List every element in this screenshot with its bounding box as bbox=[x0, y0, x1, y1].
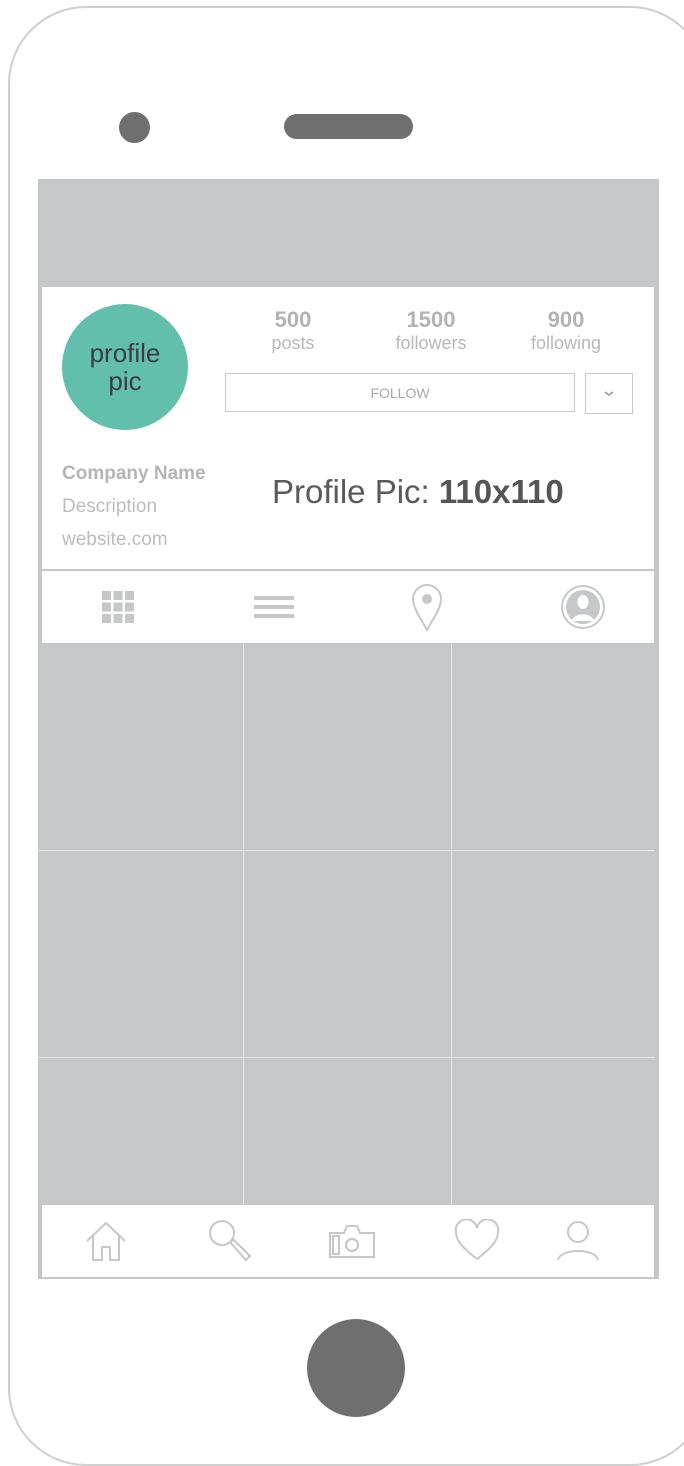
home-icon bbox=[86, 1222, 126, 1261]
location-pin-icon bbox=[411, 584, 443, 632]
profile-pic-spec: Profile Pic: 110x110 bbox=[272, 473, 564, 511]
spec-value: 110x110 bbox=[438, 473, 564, 510]
avatar[interactable]: profile pic bbox=[62, 304, 188, 430]
grid-post[interactable] bbox=[453, 852, 659, 1057]
bottom-nav bbox=[42, 1205, 654, 1277]
tab-location[interactable] bbox=[392, 571, 462, 643]
following-count: 900 bbox=[547, 307, 585, 332]
home-button[interactable] bbox=[307, 1319, 405, 1417]
grid-post[interactable] bbox=[245, 1059, 451, 1205]
tab-grid[interactable] bbox=[83, 571, 153, 643]
grid-post[interactable] bbox=[245, 852, 451, 1057]
user-circle-icon bbox=[561, 585, 605, 629]
grid-post[interactable] bbox=[245, 644, 451, 850]
grid-divider bbox=[451, 644, 452, 1205]
heart-icon bbox=[454, 1219, 500, 1261]
nav-home[interactable] bbox=[76, 1211, 136, 1271]
grid-divider bbox=[243, 644, 244, 1205]
chevron-down-icon bbox=[604, 391, 614, 396]
profile-header: profile pic 500 posts 1500 followers 900… bbox=[42, 287, 654, 569]
follow-button-label: FOLLOW bbox=[370, 384, 430, 401]
tab-list[interactable] bbox=[239, 571, 309, 643]
spec-label: Profile Pic: bbox=[272, 473, 439, 510]
profile-icon bbox=[557, 1221, 599, 1261]
nav-camera[interactable] bbox=[322, 1211, 382, 1271]
nav-activity[interactable] bbox=[447, 1211, 507, 1271]
tab-tagged[interactable] bbox=[548, 571, 618, 643]
avatar-label-line1: profile bbox=[89, 338, 161, 368]
camera-icon bbox=[329, 1225, 375, 1258]
grid-post[interactable] bbox=[453, 1059, 659, 1205]
description: Description bbox=[62, 496, 158, 517]
grid-divider bbox=[38, 1057, 655, 1058]
company-name: Company Name bbox=[62, 463, 206, 484]
grid-post[interactable] bbox=[38, 1059, 243, 1205]
stat-posts[interactable]: 500 posts bbox=[248, 307, 338, 353]
grid-divider bbox=[38, 850, 655, 851]
nav-search[interactable] bbox=[200, 1211, 260, 1271]
speaker-grille bbox=[284, 114, 413, 139]
posts-count: 500 bbox=[274, 307, 312, 332]
follow-button[interactable]: FOLLOW bbox=[225, 373, 575, 412]
posts-label: posts bbox=[271, 333, 315, 353]
front-camera bbox=[119, 112, 150, 143]
search-icon bbox=[209, 1220, 252, 1262]
following-label: following bbox=[530, 333, 602, 353]
profile-tabs bbox=[42, 571, 654, 643]
grid-post[interactable] bbox=[38, 644, 243, 850]
nav-profile[interactable] bbox=[548, 1211, 608, 1271]
app-screen: profile pic 500 posts 1500 followers 900… bbox=[38, 179, 659, 1279]
grid-post[interactable] bbox=[453, 644, 659, 850]
stat-followers[interactable]: 1500 followers bbox=[381, 307, 481, 353]
stat-following[interactable]: 900 following bbox=[516, 307, 616, 353]
avatar-label-line2: pic bbox=[108, 366, 142, 396]
grid-post[interactable] bbox=[38, 852, 243, 1057]
header-bar bbox=[38, 179, 659, 287]
list-icon bbox=[254, 596, 294, 618]
bio: Company Name Description website.com bbox=[62, 457, 206, 556]
followers-count: 1500 bbox=[406, 307, 456, 332]
grid-icon bbox=[102, 591, 134, 623]
website-link[interactable]: website.com bbox=[62, 523, 206, 556]
followers-label: followers bbox=[395, 333, 467, 353]
options-dropdown-button[interactable] bbox=[585, 373, 633, 414]
